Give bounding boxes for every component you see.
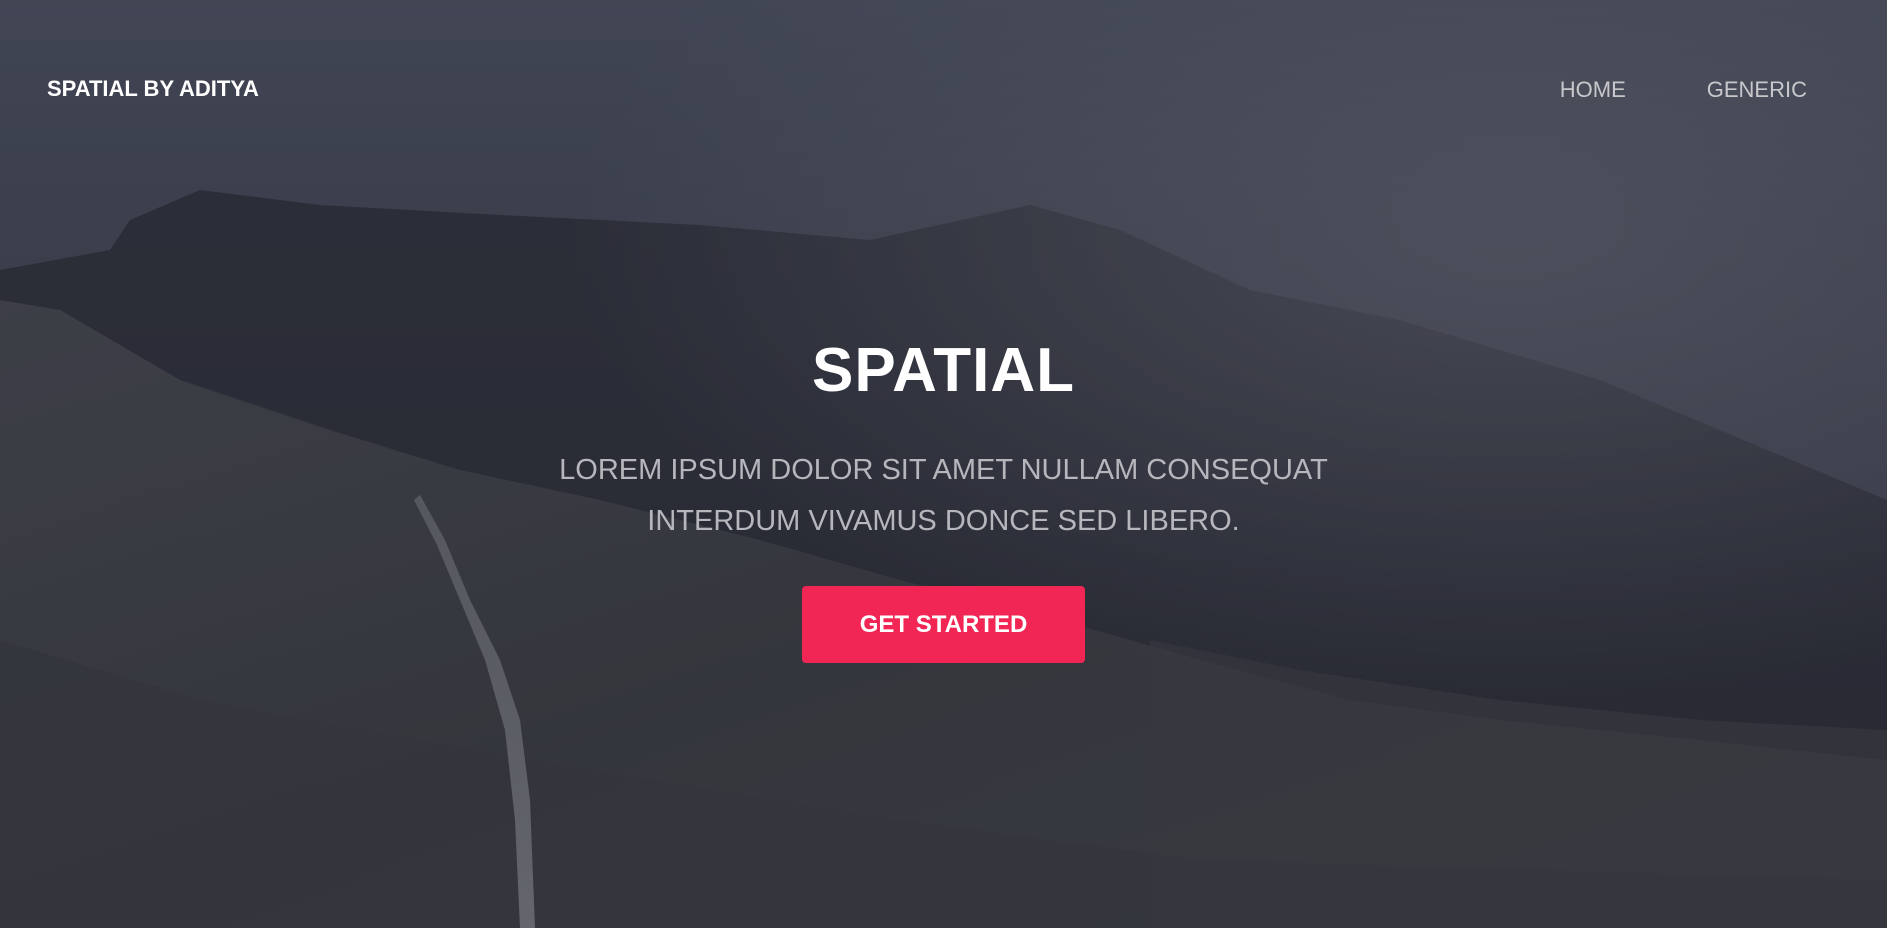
banner-content: SPATIAL LOREM IPSUM DOLOR SIT AMET NULLA… [0,335,1887,663]
banner-title: SPATIAL [811,336,1076,405]
nav-link-home[interactable]: HOME [1560,77,1626,103]
banner-subtitle-line-1: LOREM IPSUM DOLOR SIT AMET NULLAM CONSEQ… [559,454,1328,486]
banner-subtitle-line-2: INTERDUM VIVAMUS DONCE SED LIBERO. [647,505,1240,537]
nav-link-generic[interactable]: GENERIC [1707,77,1807,103]
site-header: SPATIAL BY ADITYA HOME GENERIC [0,0,1887,178]
main-nav: HOME GENERIC [1560,77,1807,103]
get-started-button[interactable]: GET STARTED [802,586,1085,663]
hero-banner: SPATIAL BY ADITYA HOME GENERIC SPATIAL L… [0,0,1887,928]
site-logo[interactable]: SPATIAL BY ADITYA [47,76,259,102]
banner-subtitle: LOREM IPSUM DOLOR SIT AMET NULLAM CONSEQ… [494,445,1394,547]
